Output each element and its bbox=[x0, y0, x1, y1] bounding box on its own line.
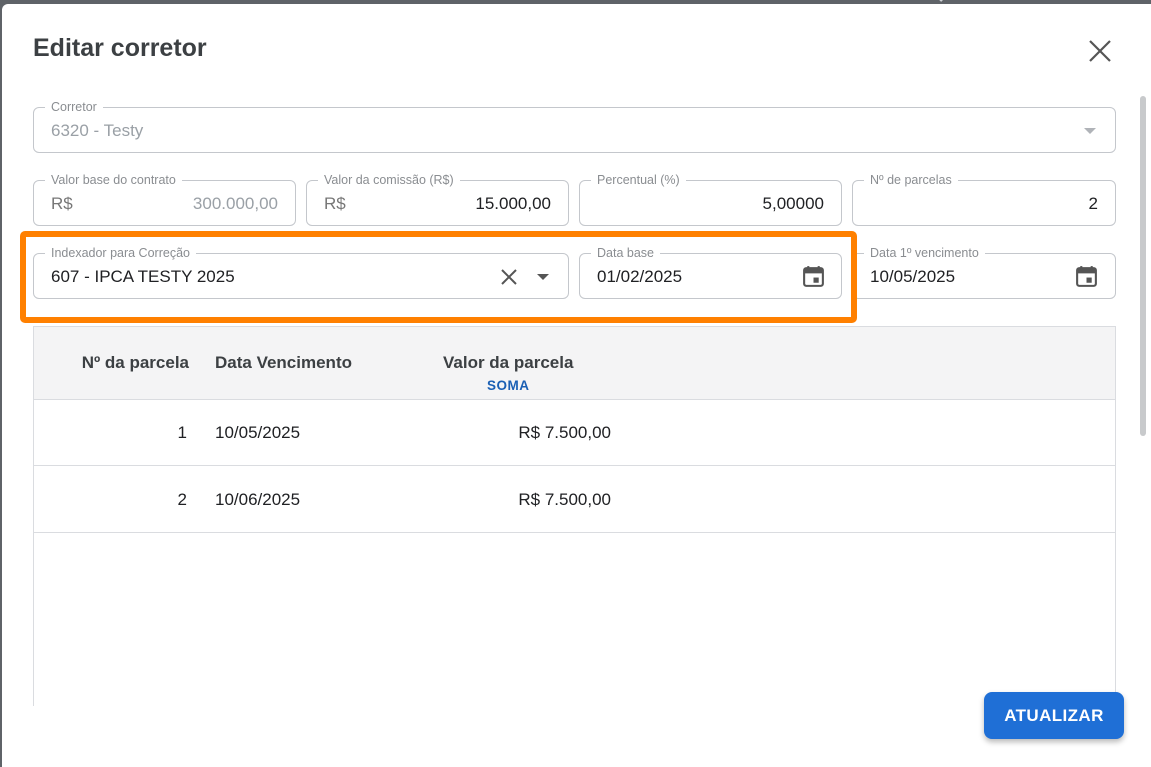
installment-number-cell: 1 bbox=[177, 423, 187, 442]
commission-value: 15.000,00 bbox=[475, 194, 551, 213]
first-due-date-value: 10/05/2025 bbox=[870, 267, 956, 286]
table-row[interactable]: 1 10/05/2025 R$ 7.500,00 bbox=[34, 399, 1115, 466]
percentage-value: 5,00000 bbox=[762, 194, 824, 213]
sum-label: SOMA bbox=[487, 378, 530, 393]
percentage-label: Percentual (%) bbox=[591, 172, 686, 188]
broker-value: 6320 - Testy bbox=[51, 121, 144, 140]
broker-select[interactable]: Corretor 6320 - Testy bbox=[33, 99, 1116, 153]
installments-count-field[interactable]: Nº de parcelas 2 bbox=[852, 172, 1116, 226]
dialog-scrollbar[interactable] bbox=[1140, 96, 1146, 436]
first-due-date-field[interactable]: Data 1º vencimento 10/05/2025 bbox=[852, 245, 1116, 299]
correction-index-value: 607 - IPCA TESTY 2025 bbox=[51, 267, 235, 286]
table-header: Nº da parcela Data Vencimento Valor da p… bbox=[34, 327, 1115, 400]
contract-base-value-label: Valor base do contrato bbox=[45, 172, 182, 188]
correction-index-label: Indexador para Correção bbox=[45, 245, 196, 261]
edit-broker-dialog: Editar corretor Corretor 6320 - Testy Va… bbox=[2, 4, 1151, 767]
contract-base-value-field[interactable]: Valor base do contrato R$ 300.000,00 bbox=[33, 172, 296, 226]
due-date-cell: 10/06/2025 bbox=[215, 490, 301, 509]
installments-table: Nº da parcela Data Vencimento Valor da p… bbox=[33, 326, 1116, 706]
calendar-icon[interactable] bbox=[801, 264, 826, 289]
installments-count-label: Nº de parcelas bbox=[864, 172, 958, 188]
close-icon[interactable] bbox=[1086, 37, 1114, 65]
base-date-value: 01/02/2025 bbox=[597, 267, 683, 286]
correction-index-select[interactable]: Indexador para Correção 607 - IPCA TESTY… bbox=[33, 245, 569, 299]
installment-value-cell: R$ 7.500,00 bbox=[518, 423, 611, 442]
update-button[interactable]: ATUALIZAR bbox=[984, 692, 1124, 739]
currency-prefix: R$ bbox=[324, 194, 346, 213]
installments-count-value: 2 bbox=[1088, 194, 1098, 213]
commission-value-field[interactable]: Valor da comissão (R$) R$ 15.000,00 bbox=[306, 172, 569, 226]
due-date-cell: 10/05/2025 bbox=[215, 423, 301, 442]
currency-prefix: R$ bbox=[51, 194, 73, 213]
clear-icon[interactable] bbox=[501, 269, 517, 285]
header-installment-number[interactable]: Nº da parcela bbox=[82, 353, 189, 373]
header-installment-value[interactable]: Valor da parcela bbox=[443, 353, 573, 373]
dropdown-arrow-icon[interactable] bbox=[1084, 128, 1096, 134]
table-row[interactable]: 2 10/06/2025 R$ 7.500,00 bbox=[34, 466, 1115, 533]
first-due-date-label: Data 1º vencimento bbox=[864, 245, 985, 261]
commission-value-label: Valor da comissão (R$) bbox=[318, 172, 460, 188]
dialog-title: Editar corretor bbox=[33, 34, 207, 62]
base-date-field[interactable]: Data base 01/02/2025 bbox=[579, 245, 842, 299]
installment-value-cell: R$ 7.500,00 bbox=[518, 490, 611, 509]
percentage-field[interactable]: Percentual (%) 5,00000 bbox=[579, 172, 842, 226]
contract-base-value: 300.000,00 bbox=[192, 194, 278, 213]
dropdown-arrow-icon[interactable] bbox=[537, 274, 549, 280]
installment-number-cell: 2 bbox=[177, 490, 187, 509]
calendar-icon[interactable] bbox=[1074, 264, 1099, 289]
header-due-date[interactable]: Data Vencimento bbox=[215, 353, 352, 373]
base-date-label: Data base bbox=[591, 245, 660, 261]
broker-label: Corretor bbox=[45, 99, 103, 115]
